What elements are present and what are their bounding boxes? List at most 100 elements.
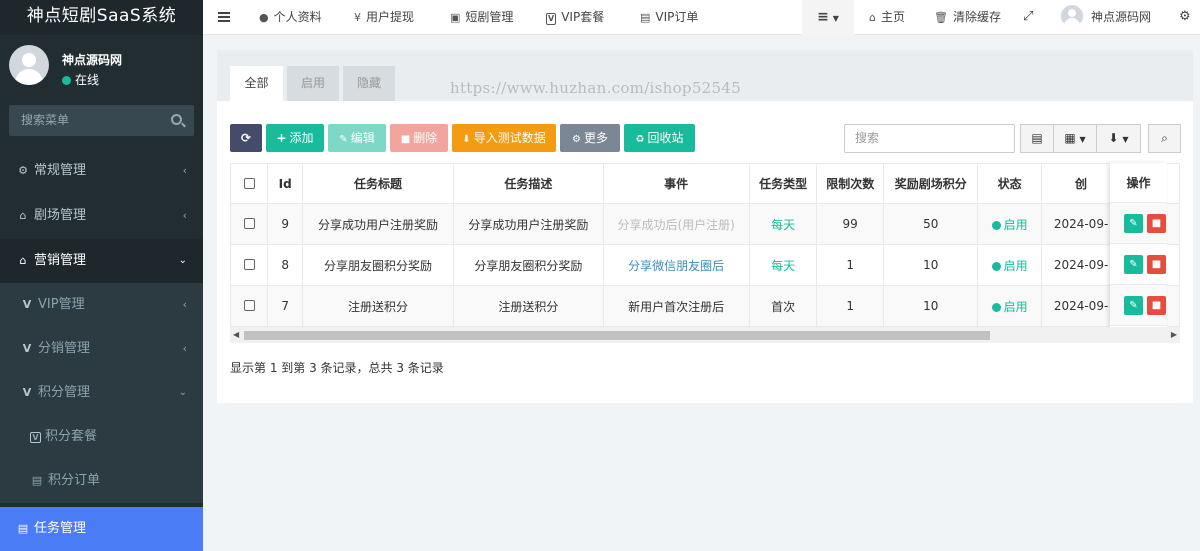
col-created[interactable]: 创 [1040,163,1122,204]
status-dot-icon [991,261,1001,271]
online-dot-icon [62,76,71,85]
table-header-row: Id 任务标题 任务描述 事件 任务类型 限制次数 奖励剧场积分 状态 创 [230,163,1180,204]
file-icon: ▤ [31,474,43,487]
col-type[interactable]: 任务类型 [748,163,818,204]
sidebar-toggle-button[interactable] [203,0,243,35]
row-checkbox[interactable] [230,285,269,327]
col-operations: 操作 [1110,163,1167,203]
vip-box-icon: V [30,432,41,443]
export-button[interactable]: ⬇ ▼ [1096,124,1141,153]
table-search-input[interactable]: 搜索 [844,124,1015,153]
sidebar-item-distribution[interactable]: V 分销管理 ‹ [0,327,203,371]
nav-withdraw[interactable]: ¥ 用户提现 [354,0,414,35]
cell-type[interactable]: 每天 [748,203,818,245]
col-limit[interactable]: 限制次数 [816,163,884,204]
col-points[interactable]: 奖励剧场积分 [882,163,979,204]
brand-title[interactable]: 神点短剧SaaS系统 [0,0,203,35]
grid-icon: ▦ [1064,131,1076,145]
settings-button[interactable]: ⚙ [1179,0,1191,35]
cell-type[interactable]: 每天 [748,244,818,286]
caret-down-icon: ▼ [1122,135,1129,144]
cell-id: 8 [267,244,303,286]
sidebar-item-task[interactable]: ▤ 任务管理 [0,507,203,551]
table-row[interactable]: 9 分享成功用户注册奖励 分享成功用户注册奖励 分享成功后(用户注册) 每天 9… [230,203,1180,245]
scroll-right-arrow-icon[interactable]: ▶ [1171,330,1177,339]
tab-all[interactable]: 全部 [230,66,283,101]
cell-event[interactable]: 分享成功后(用户注册) [602,203,750,245]
nav-drama[interactable]: ▣ 短剧管理 [450,0,513,35]
sidebar-item-points[interactable]: V 积分管理 ⌄ [0,371,203,415]
cell-status[interactable]: 启用 [977,244,1042,286]
scroll-thumb[interactable] [244,331,990,340]
operations-column: 操作 ✎ ■ ✎ ■ ✎ ■ [1110,163,1167,327]
expand-icon: ⤢ [1023,9,1034,24]
sidebar-item-points-order[interactable]: ▤ 积分订单 [0,459,203,503]
import-test-data-button[interactable]: ⬇ 导入测试数据 [452,124,556,152]
select-all-checkbox[interactable] [230,163,269,204]
row-delete-button[interactable]: ■ [1147,296,1166,315]
fullscreen-button[interactable]: ⤢ [1023,0,1033,35]
nav-vip-order[interactable]: ▤ VIP订单 [640,0,698,35]
more-button[interactable]: ⚙ 更多 [560,124,620,152]
col-status[interactable]: 状态 [977,163,1042,204]
row-delete-button[interactable]: ■ [1147,214,1166,233]
cell-limit: 1 [816,285,884,327]
col-title[interactable]: 任务标题 [301,163,455,204]
nav-home[interactable]: ⌂ 主页 [869,0,905,35]
refresh-button[interactable]: ⟳ [230,124,262,152]
delete-button[interactable]: ■ 删除 [390,124,448,152]
sidebar-item-vip[interactable]: V VIP管理 ‹ [0,283,203,327]
add-button[interactable]: + 添加 [266,124,324,152]
horizontal-scrollbar[interactable]: ◀ ▶ [230,327,1180,343]
cell-event[interactable]: 分享微信朋友圈后 [602,244,750,286]
row-delete-button[interactable]: ■ [1147,255,1166,274]
nav-vip-package[interactable]: V VIP套餐 [546,0,604,35]
pencil-icon: ✎ [1129,300,1138,311]
search-icon[interactable] [171,114,182,125]
table-row[interactable]: 7 注册送积分 注册送积分 新用户首次注册后 首次 1 10 启用 2024-0… [230,285,1180,327]
sidebar-item-marketing[interactable]: ⌂ 营销管理 ⌄ [0,239,203,283]
sidebar-item-theater[interactable]: ⌂ 剧场管理 ‹ [0,194,203,238]
cell-id: 9 [267,203,303,245]
v-icon: V [22,342,32,355]
cell-desc: 注册送积分 [453,285,604,327]
toggle-view-button[interactable]: ▤ [1020,124,1054,153]
col-event[interactable]: 事件 [602,163,750,204]
row-edit-button[interactable]: ✎ [1124,214,1143,233]
main-panel: 全部 启用 隐藏 https://www.huzhan.com/ishop525… [217,50,1193,403]
sidebar-item-points-package[interactable]: V 积分套餐 [0,415,203,459]
ops-row: ✎ ■ [1110,285,1167,326]
nav-user[interactable]: 神点源码网 [1061,0,1151,35]
menu-search-input[interactable]: 搜索菜单 [9,105,194,136]
scroll-left-arrow-icon[interactable]: ◀ [233,330,239,339]
home-icon: ⌂ [869,11,876,24]
trash-icon: ■ [1151,300,1162,311]
columns-button[interactable]: ▦ ▼ [1053,124,1097,153]
row-checkbox[interactable] [230,203,269,245]
row-checkbox[interactable] [230,244,269,286]
nav-clear-cache[interactable]: 🗑︎ 清除缓存 [934,0,1001,35]
col-desc[interactable]: 任务描述 [453,163,604,204]
sidebar-item-general[interactable]: ⚙ 常规管理 ‹ [0,149,203,193]
recycle-bin-button[interactable]: ♻ 回收站 [624,124,695,152]
task-table-wrapper[interactable]: Id 任务标题 任务描述 事件 任务类型 限制次数 奖励剧场积分 状态 创 9 … [230,163,1180,343]
row-edit-button[interactable]: ✎ [1124,255,1143,274]
cogs-icon: ⚙ [18,164,28,177]
trash-icon: ■ [1151,218,1162,229]
pencil-icon: ✎ [339,134,348,145]
nav-menu-dropdown[interactable]: ≡ ▼ [802,0,854,35]
recycle-icon: ♻ [635,134,645,145]
tab-hidden[interactable]: 隐藏 [343,66,395,101]
cell-status[interactable]: 启用 [977,203,1042,245]
file-icon: ▤ [640,11,651,24]
cell-status[interactable]: 启用 [977,285,1042,327]
tab-enabled[interactable]: 启用 [287,66,339,101]
chevron-left-icon: ‹ [182,164,187,177]
table-row[interactable]: 8 分享朋友圈积分奖励 分享朋友圈积分奖励 分享微信朋友圈后 每天 1 10 启… [230,244,1180,286]
nav-profile[interactable]: ● 个人资料 [259,0,322,35]
cell-created: 2024-09- [1040,203,1122,245]
col-id[interactable]: Id [267,163,303,204]
advanced-search-button[interactable]: ⌕ [1148,124,1181,153]
row-edit-button[interactable]: ✎ [1124,296,1143,315]
edit-button[interactable]: ✎ 编辑 [328,124,386,152]
